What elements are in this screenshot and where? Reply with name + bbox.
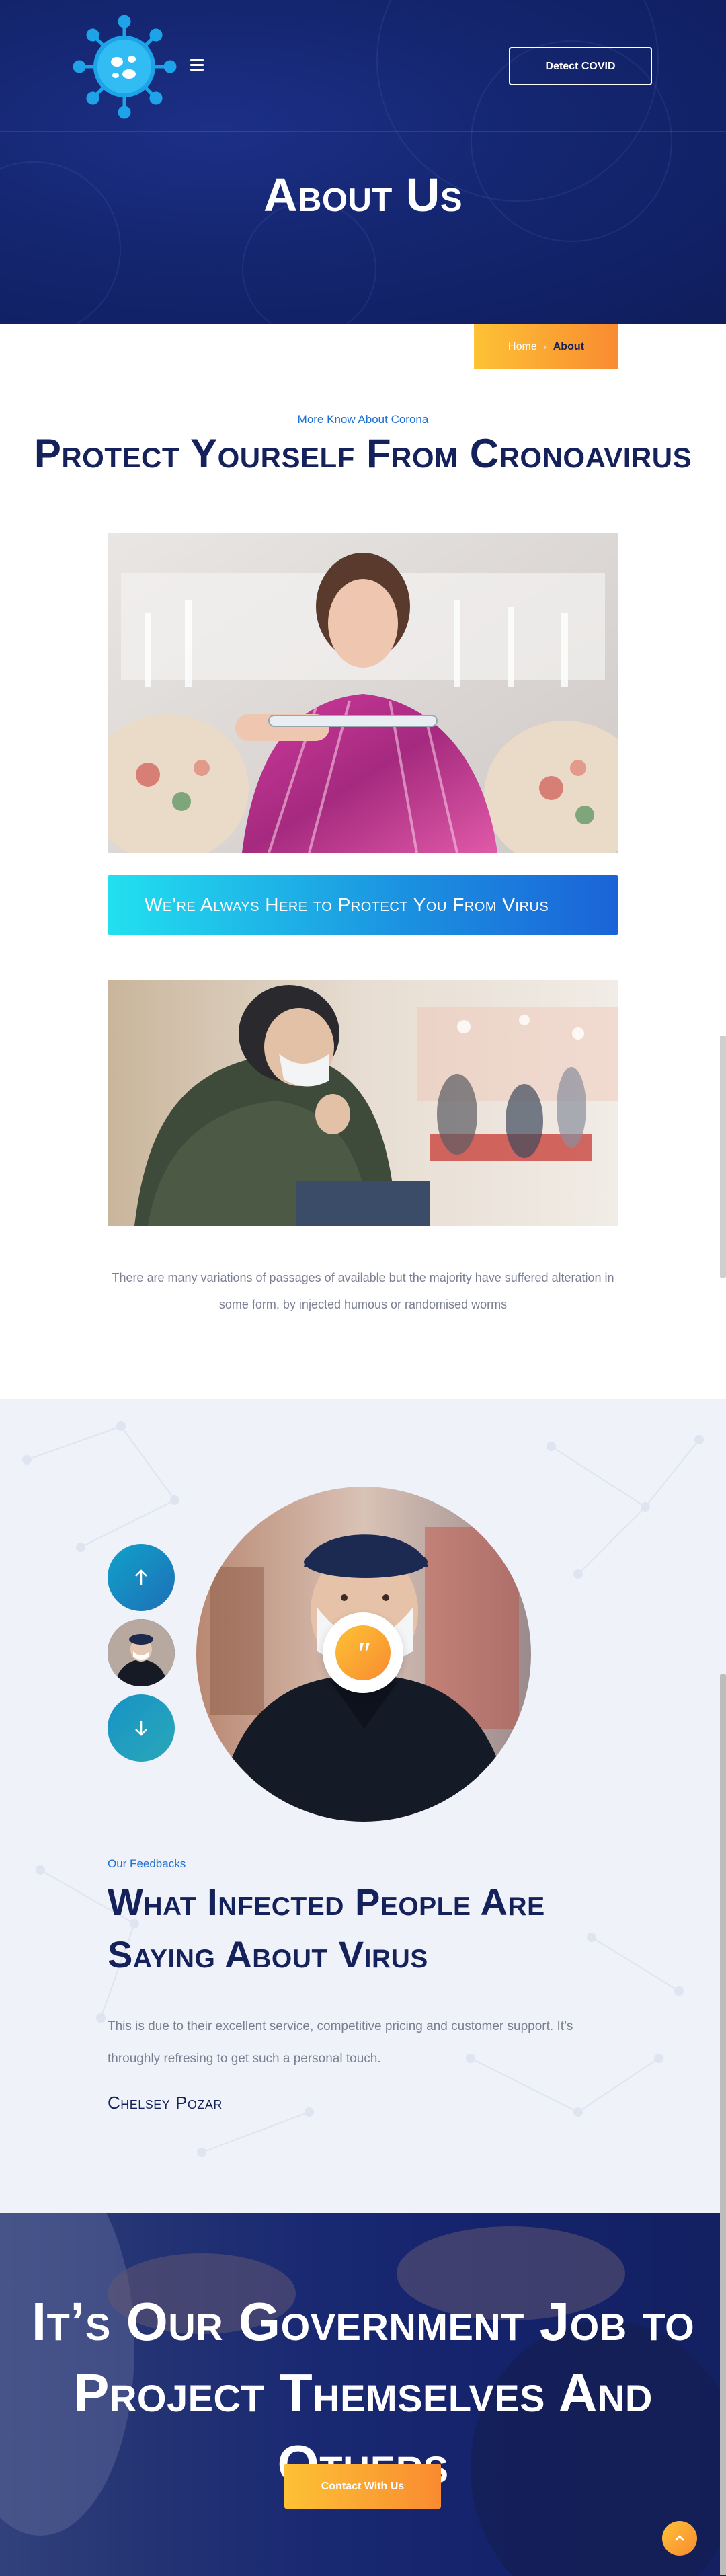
hamburger-menu-icon[interactable] bbox=[190, 59, 205, 71]
breadcrumb: Home › About bbox=[474, 324, 618, 369]
testimonial-prev-button[interactable] bbox=[108, 1544, 175, 1611]
about-heading: Protect Yourself From Cronoavirus bbox=[34, 431, 692, 476]
coughing-man-image bbox=[108, 980, 618, 1226]
scrollbar[interactable] bbox=[720, 1036, 726, 1278]
scrollbar-thumb[interactable] bbox=[720, 1674, 726, 2575]
protection-banner: We’re Always Here to Protect You From Vi… bbox=[108, 875, 618, 935]
contact-button[interactable]: Contact With Us bbox=[284, 2464, 441, 2509]
about-eyebrow: More Know About Corona bbox=[297, 413, 429, 426]
about-paragraph: There are many variations of passages of… bbox=[112, 1271, 614, 1311]
testimonial-next-button[interactable] bbox=[108, 1694, 175, 1762]
virus-logo-icon[interactable] bbox=[73, 15, 177, 119]
detect-covid-button[interactable]: Detect COVID bbox=[509, 47, 652, 85]
breadcrumb-separator-icon: › bbox=[543, 342, 547, 352]
chevron-up-icon bbox=[675, 2535, 684, 2541]
testimonial-thumbnails bbox=[108, 1544, 177, 1770]
quote-icon: " bbox=[335, 1625, 391, 1680]
scroll-to-top-button[interactable] bbox=[662, 2521, 697, 2556]
quote-badge: " bbox=[323, 1612, 403, 1693]
header-divider bbox=[0, 131, 726, 132]
feedback-eyebrow: Our Feedbacks bbox=[108, 1857, 186, 1870]
breadcrumb-home-link[interactable]: Home bbox=[508, 341, 537, 353]
feedback-author: Chelsey Pozar bbox=[108, 2093, 223, 2113]
breadcrumb-current: About bbox=[553, 340, 584, 352]
feedback-heading: What Infected People Are Saying About Vi… bbox=[108, 1881, 545, 1976]
feedback-quote-text: This is due to their excellent service, … bbox=[108, 2019, 573, 2066]
arrow-up-icon bbox=[108, 1544, 175, 1611]
testimonial-thumb-active[interactable] bbox=[108, 1619, 175, 1686]
arrow-down-icon bbox=[108, 1694, 175, 1762]
sick-woman-thermometer-image bbox=[108, 533, 618, 853]
page-title: About Us bbox=[263, 169, 463, 221]
